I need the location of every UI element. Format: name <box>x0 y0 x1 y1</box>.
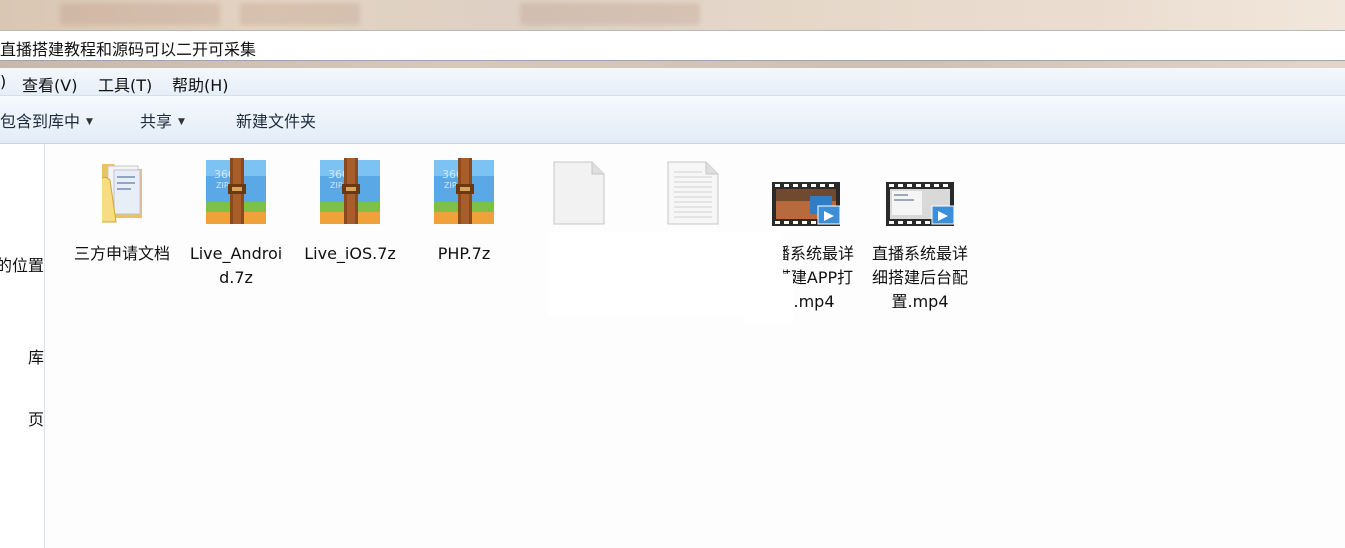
blurred-tab <box>520 3 700 25</box>
chevron-down-icon: ▼ <box>86 117 93 127</box>
menu-item-view[interactable]: 查看(V) <box>22 72 77 96</box>
new-folder-button[interactable]: 新建文件夹 <box>236 108 316 132</box>
menu-item-edit[interactable]: ) <box>0 72 6 91</box>
video-file-icon <box>772 182 841 226</box>
menu-item-help[interactable]: 帮助(H) <box>172 72 229 96</box>
navigation-pane: 的位置 库 页 <box>0 144 45 548</box>
include-in-library-label: 包含到库中 <box>0 112 81 131</box>
svg-text:ZIP: ZIP <box>330 181 343 190</box>
redaction-patch <box>745 274 793 324</box>
file-name: Live_Android.7z <box>189 244 283 287</box>
archive-7z-icon: 360 ZIP <box>434 158 494 224</box>
video-file-icon <box>886 182 955 226</box>
file-name: 直播系统最详细搭建后台配置.mp4 <box>871 244 968 311</box>
address-path[interactable]: 直播搭建教程和源码可以二开可采集 <box>0 36 256 60</box>
file-name: PHP.7z <box>437 244 491 263</box>
blurred-tab <box>60 3 220 25</box>
file-list: 三方申请文档 360 ZIP Live_Android.7z 360 ZIP L… <box>45 144 1345 548</box>
menu-item-tools[interactable]: 工具(T) <box>98 72 152 96</box>
browser-tab-strip <box>0 0 1345 30</box>
blurred-tab <box>240 3 360 25</box>
address-bar[interactable]: 直播搭建教程和源码可以二开可采集 <box>0 30 1345 61</box>
file-name: 三方申请文档 <box>73 244 170 263</box>
svg-text:ZIP: ZIP <box>444 181 457 190</box>
blank-file-icon <box>553 161 605 225</box>
archive-7z-icon: 360 ZIP <box>320 158 380 224</box>
nav-item-recent-places[interactable]: 的位置 <box>0 252 44 276</box>
share-button[interactable]: 共享 ▼ <box>140 108 185 132</box>
file-name: Live_iOS.7z <box>304 244 396 263</box>
share-label: 共享 <box>140 112 173 131</box>
include-in-library-button[interactable]: 包含到库中 ▼ <box>0 108 93 132</box>
nav-item-homegroup[interactable]: 页 <box>28 406 44 430</box>
chevron-down-icon: ▼ <box>178 117 185 127</box>
svg-text:ZIP: ZIP <box>216 181 229 190</box>
window-frame <box>0 61 1345 68</box>
command-bar: 包含到库中 ▼ 共享 ▼ 新建文件夹 <box>0 96 1345 144</box>
new-folder-label: 新建文件夹 <box>236 112 317 131</box>
archive-7z-icon: 360 ZIP <box>206 158 266 224</box>
text-file-icon <box>667 161 719 225</box>
nav-item-libraries[interactable]: 库 <box>28 344 44 368</box>
menu-bar: ) 查看(V) 工具(T) 帮助(H) <box>0 68 1345 96</box>
folder-icon <box>101 164 142 223</box>
